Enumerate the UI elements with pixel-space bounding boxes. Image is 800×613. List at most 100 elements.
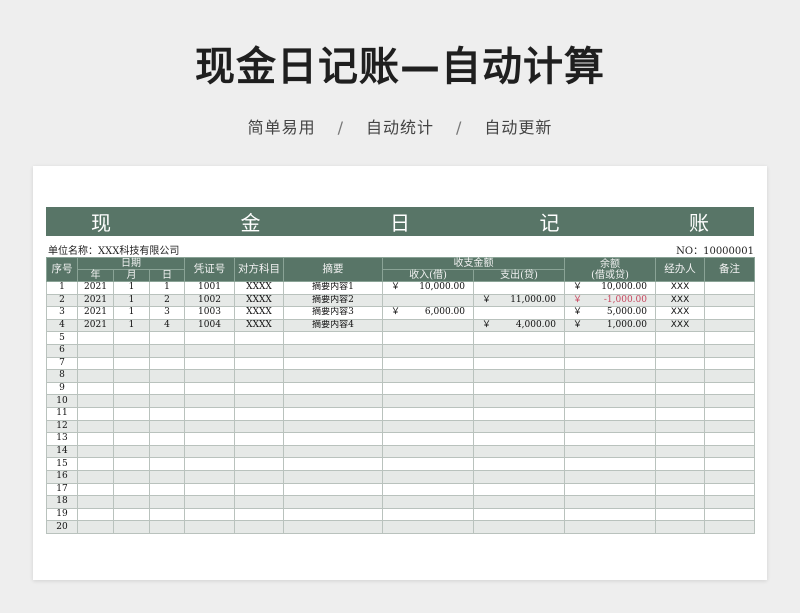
cell-month[interactable]: [113, 343, 150, 358]
cell-seq[interactable]: 19: [46, 507, 78, 522]
cell-summary[interactable]: [283, 432, 383, 446]
cell-remark[interactable]: [704, 520, 755, 534]
cell-seq[interactable]: 20: [46, 520, 78, 534]
cell-month[interactable]: [113, 406, 150, 421]
cell-day[interactable]: [149, 381, 185, 396]
cell-month[interactable]: [113, 381, 150, 396]
cell-handler[interactable]: [655, 469, 705, 484]
cell-income[interactable]: [382, 444, 474, 459]
cell-voucher[interactable]: [184, 356, 235, 371]
cell-year[interactable]: [77, 507, 114, 522]
cell-income[interactable]: [382, 369, 474, 383]
cell-handler[interactable]: [655, 331, 705, 345]
cell-year[interactable]: [77, 343, 114, 358]
cell-balance[interactable]: [564, 457, 656, 471]
cell-day[interactable]: [149, 432, 185, 446]
cell-remark[interactable]: [704, 293, 755, 308]
cell-expense[interactable]: [473, 369, 565, 383]
cell-seq[interactable]: 12: [46, 419, 78, 434]
cell-expense[interactable]: [473, 444, 565, 459]
cell-voucher[interactable]: [184, 495, 235, 509]
cell-seq[interactable]: 15: [46, 457, 78, 471]
cell-income[interactable]: [382, 356, 474, 371]
cell-remark[interactable]: [704, 318, 755, 333]
cell-income[interactable]: [382, 331, 474, 345]
cell-remark[interactable]: [704, 444, 755, 459]
cell-balance[interactable]: [564, 356, 656, 371]
cell-income[interactable]: ￥ 10,000.00: [382, 281, 474, 295]
cell-seq[interactable]: 5: [46, 331, 78, 345]
cell-summary[interactable]: 摘要内容4: [283, 318, 383, 333]
cell-expense[interactable]: [473, 507, 565, 522]
cell-handler[interactable]: [655, 394, 705, 408]
cell-summary[interactable]: [283, 406, 383, 421]
cell-seq[interactable]: 4: [46, 318, 78, 333]
cell-seq[interactable]: 6: [46, 343, 78, 358]
cell-remark[interactable]: [704, 482, 755, 497]
cell-summary[interactable]: [283, 419, 383, 434]
cell-year[interactable]: [77, 469, 114, 484]
cell-voucher[interactable]: [184, 419, 235, 434]
cell-day[interactable]: [149, 469, 185, 484]
cell-counter[interactable]: [234, 444, 284, 459]
cell-expense[interactable]: [473, 457, 565, 471]
cell-month[interactable]: [113, 507, 150, 522]
cell-balance[interactable]: [564, 482, 656, 497]
cell-remark[interactable]: [704, 394, 755, 408]
cell-year[interactable]: [77, 394, 114, 408]
cell-balance[interactable]: ￥ 10,000.00: [564, 281, 656, 295]
cell-voucher[interactable]: 1002: [184, 293, 235, 308]
cell-year[interactable]: [77, 356, 114, 371]
cell-summary[interactable]: [283, 507, 383, 522]
cell-remark[interactable]: [704, 432, 755, 446]
cell-counter[interactable]: [234, 394, 284, 408]
cell-expense[interactable]: [473, 469, 565, 484]
cell-balance[interactable]: [564, 369, 656, 383]
cell-year[interactable]: [77, 520, 114, 534]
cell-balance[interactable]: [564, 520, 656, 534]
cell-expense[interactable]: [473, 356, 565, 371]
cell-month[interactable]: 1: [113, 281, 150, 295]
cell-summary[interactable]: 摘要内容1: [283, 281, 383, 295]
cell-counter[interactable]: [234, 432, 284, 446]
cell-voucher[interactable]: [184, 520, 235, 534]
cell-voucher[interactable]: [184, 394, 235, 408]
cell-expense[interactable]: [473, 343, 565, 358]
cell-seq[interactable]: 1: [46, 281, 78, 295]
cell-handler[interactable]: [655, 343, 705, 358]
cell-balance[interactable]: [564, 444, 656, 459]
cell-day[interactable]: [149, 482, 185, 497]
cell-day[interactable]: [149, 331, 185, 345]
cell-income[interactable]: [382, 343, 474, 358]
cell-remark[interactable]: [704, 507, 755, 522]
cell-seq[interactable]: 14: [46, 444, 78, 459]
cell-counter[interactable]: [234, 469, 284, 484]
cell-summary[interactable]: [283, 457, 383, 471]
cell-day[interactable]: [149, 444, 185, 459]
cell-expense[interactable]: [473, 306, 565, 320]
cell-balance[interactable]: [564, 406, 656, 421]
cell-year[interactable]: [77, 495, 114, 509]
cell-year[interactable]: [77, 331, 114, 345]
cell-handler[interactable]: [655, 495, 705, 509]
cell-counter[interactable]: [234, 520, 284, 534]
cell-handler[interactable]: [655, 457, 705, 471]
cell-day[interactable]: [149, 419, 185, 434]
cell-month[interactable]: [113, 444, 150, 459]
cell-month[interactable]: [113, 495, 150, 509]
cell-income[interactable]: [382, 495, 474, 509]
cell-balance[interactable]: [564, 343, 656, 358]
cell-expense[interactable]: [473, 432, 565, 446]
cell-remark[interactable]: [704, 419, 755, 434]
cell-year[interactable]: 2021: [77, 281, 114, 295]
cell-day[interactable]: [149, 369, 185, 383]
cell-day[interactable]: [149, 520, 185, 534]
cell-handler[interactable]: XXX: [655, 318, 705, 333]
cell-month[interactable]: [113, 482, 150, 497]
cell-day[interactable]: [149, 356, 185, 371]
cell-month[interactable]: [113, 469, 150, 484]
cell-summary[interactable]: [283, 356, 383, 371]
cell-seq[interactable]: 17: [46, 482, 78, 497]
cell-counter[interactable]: XXXX: [234, 318, 284, 333]
cell-month[interactable]: 1: [113, 293, 150, 308]
